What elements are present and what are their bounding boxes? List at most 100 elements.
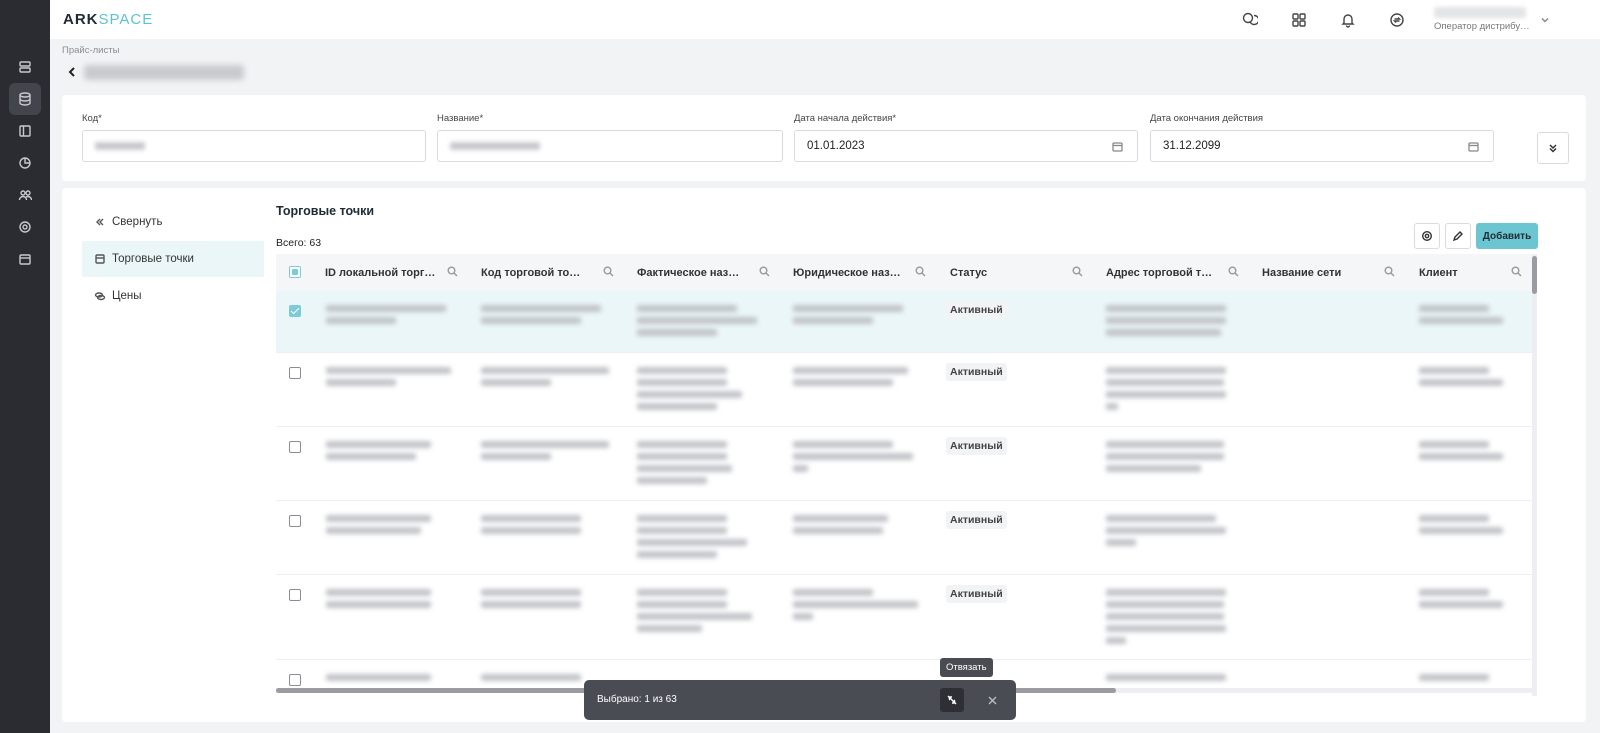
top-bar: ARKSPACE Оператор дистрибу… xyxy=(50,0,1600,39)
table-row[interactable]: Активный xyxy=(276,353,1532,427)
gear-icon xyxy=(19,221,31,233)
total-count: Всего: 63 xyxy=(276,237,322,249)
search-icon[interactable] xyxy=(759,266,770,280)
cell-redacted xyxy=(637,589,752,632)
column-header[interactable]: ID локальной торг… xyxy=(315,254,468,291)
edit-button[interactable] xyxy=(1445,223,1471,249)
cell-redacted xyxy=(481,305,606,324)
table-row[interactable]: Активный xyxy=(276,427,1532,501)
status-badge: Активный xyxy=(946,363,1007,381)
search-icon[interactable] xyxy=(1072,266,1083,280)
start-date-field: Дата начала действия* 01.01.2023 xyxy=(794,113,1138,162)
server-icon xyxy=(19,61,31,73)
column-header[interactable]: Название сети xyxy=(1252,254,1405,291)
grid-icon xyxy=(1292,13,1306,27)
rail-chart-button[interactable] xyxy=(9,147,41,179)
table-row[interactable]: Активный xyxy=(276,501,1532,575)
sidebar-item-prices[interactable]: Цены xyxy=(82,278,264,314)
calendar-icon[interactable] xyxy=(1468,141,1479,155)
close-icon xyxy=(988,696,996,704)
back-button[interactable] xyxy=(66,66,78,78)
row-checkbox[interactable] xyxy=(289,515,301,527)
unlink-button[interactable] xyxy=(940,688,964,712)
search-icon[interactable] xyxy=(447,266,458,280)
cell-redacted xyxy=(793,367,908,386)
user-menu[interactable]: Оператор дистрибу… xyxy=(1434,7,1546,32)
code-label: Код* xyxy=(82,113,102,124)
row-checkbox[interactable] xyxy=(289,367,301,379)
column-header[interactable]: Адрес торговой т… xyxy=(1096,254,1249,291)
rail-server-button[interactable] xyxy=(9,51,41,83)
column-header[interactable]: Клиент xyxy=(1409,254,1532,291)
cell-redacted xyxy=(637,305,762,336)
user-menu-toggle[interactable] xyxy=(1540,14,1550,28)
expand-form-button[interactable] xyxy=(1537,132,1569,164)
close-selection-button[interactable] xyxy=(984,692,1000,708)
sidebar-item-outlets[interactable]: Торговые точки xyxy=(82,241,264,277)
column-header[interactable]: Код торговой то… xyxy=(471,254,624,291)
cell-redacted xyxy=(326,589,431,608)
cell-redacted xyxy=(793,305,918,324)
rail-database-button[interactable] xyxy=(9,83,41,115)
pie-chart-icon xyxy=(19,157,31,169)
cell-redacted xyxy=(637,367,742,410)
code-value-redacted xyxy=(95,142,145,150)
end-date-input[interactable]: 31.12.2099 xyxy=(1150,130,1494,162)
row-checkbox[interactable] xyxy=(289,674,301,686)
sync-button[interactable] xyxy=(1387,10,1407,30)
cell-redacted xyxy=(326,515,431,534)
apps-button[interactable] xyxy=(1289,10,1309,30)
rail-calendar-button[interactable] xyxy=(9,243,41,275)
cell-redacted xyxy=(793,589,918,620)
add-button[interactable]: Добавить xyxy=(1476,223,1538,249)
arrow-left-icon xyxy=(68,67,75,77)
search-icon[interactable] xyxy=(1228,266,1239,280)
unlink-tooltip: Отвязать xyxy=(940,658,993,677)
collapse-label: Свернуть xyxy=(112,216,163,228)
name-input[interactable] xyxy=(437,130,783,162)
column-header[interactable]: Фактическое наз… xyxy=(627,254,780,291)
page-title-redacted xyxy=(84,65,244,80)
code-input[interactable] xyxy=(82,130,426,162)
rail-users-button[interactable] xyxy=(9,179,41,211)
cell-redacted xyxy=(1106,589,1226,644)
chat-button[interactable] xyxy=(1240,10,1260,30)
table-row[interactable]: Активный xyxy=(276,291,1532,353)
store-icon xyxy=(95,254,105,264)
rail-layout-button[interactable] xyxy=(9,115,41,147)
rail-settings-button[interactable] xyxy=(9,211,41,243)
sync-icon xyxy=(1390,13,1404,27)
app-logo[interactable]: ARKSPACE xyxy=(63,11,153,28)
database-icon xyxy=(19,92,31,106)
column-header[interactable]: Статус xyxy=(940,254,1093,291)
collapse-sidebar-button[interactable]: Свернуть xyxy=(82,204,264,240)
layout-icon xyxy=(19,125,31,137)
app-rail xyxy=(0,0,50,733)
start-date-input[interactable]: 01.01.2023 xyxy=(794,130,1138,162)
cell-redacted xyxy=(793,441,913,472)
notifications-button[interactable] xyxy=(1338,10,1358,30)
search-icon[interactable] xyxy=(1511,266,1522,280)
scrollbar-thumb[interactable] xyxy=(1532,256,1537,294)
cell-redacted xyxy=(481,674,581,681)
search-icon[interactable] xyxy=(603,266,614,280)
cell-redacted xyxy=(793,515,888,534)
row-checkbox[interactable] xyxy=(289,441,301,453)
row-checkbox[interactable] xyxy=(289,589,301,601)
table-settings-button[interactable] xyxy=(1414,223,1440,249)
vertical-scrollbar[interactable] xyxy=(1532,254,1537,696)
outlets-table: ID локальной торг… Код торговой то… Факт… xyxy=(276,254,1532,696)
start-date-value: 01.01.2023 xyxy=(807,140,865,152)
select-all-checkbox[interactable] xyxy=(289,266,301,278)
row-checkbox[interactable] xyxy=(289,305,301,317)
bell-icon xyxy=(1341,14,1355,28)
column-header[interactable]: Юридическое наз… xyxy=(783,254,936,291)
section-title: Торговые точки xyxy=(276,204,375,218)
breadcrumb[interactable]: Прайс-листы xyxy=(62,45,119,56)
table-row[interactable]: Активный xyxy=(276,575,1532,660)
search-icon[interactable] xyxy=(1384,266,1395,280)
search-icon[interactable] xyxy=(915,266,926,280)
calendar-icon[interactable] xyxy=(1112,141,1123,155)
user-role: Оператор дистрибу… xyxy=(1434,21,1530,32)
cell-redacted xyxy=(481,367,609,386)
